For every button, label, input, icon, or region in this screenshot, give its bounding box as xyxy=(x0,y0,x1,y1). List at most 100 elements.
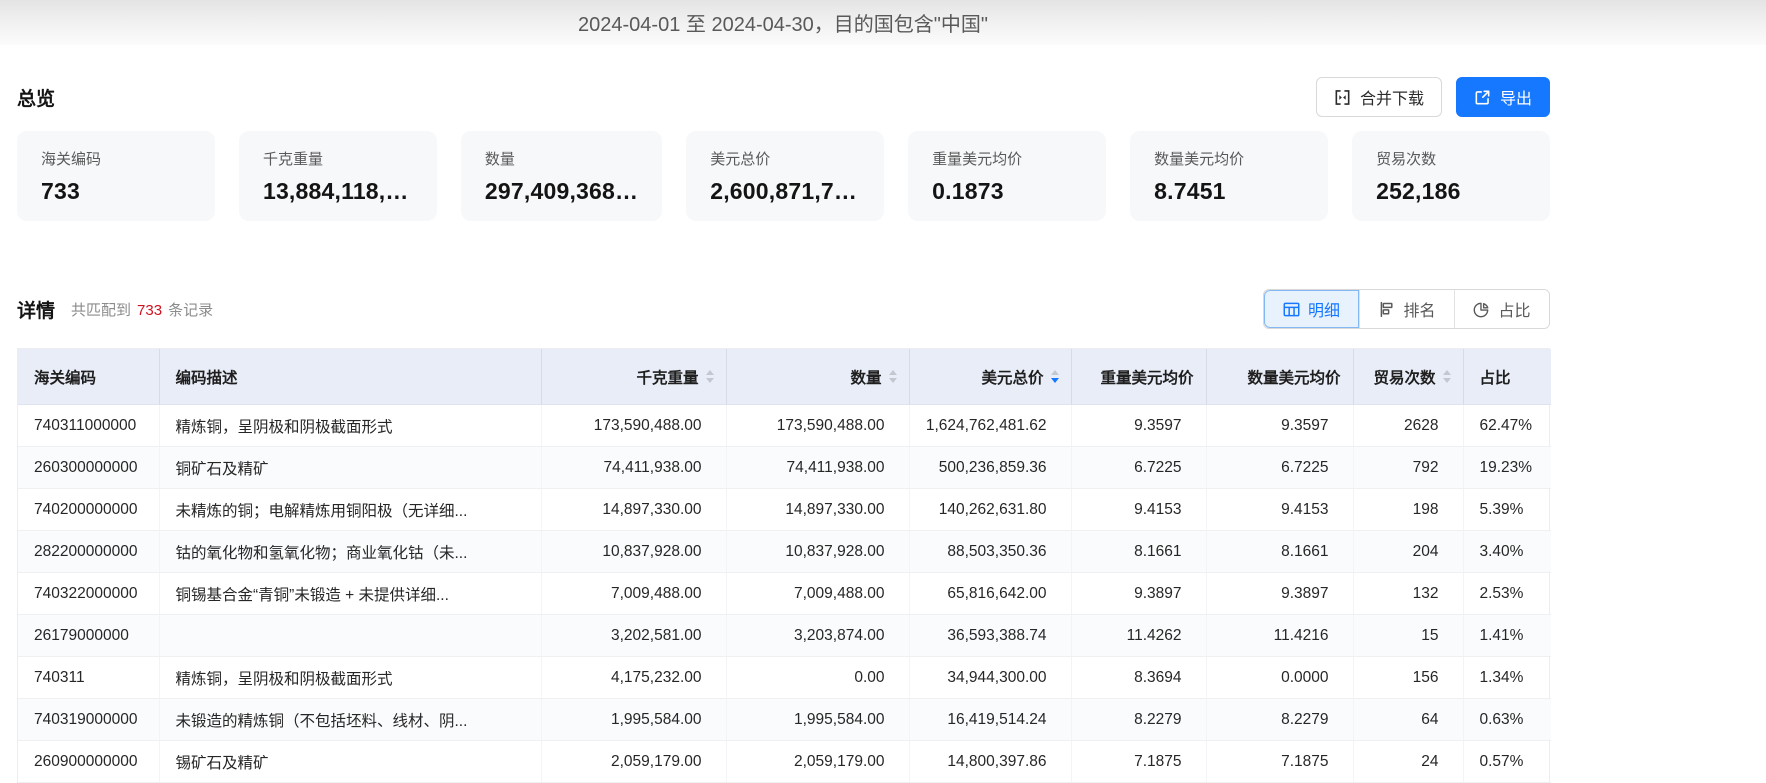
match-prefix: 共匹配到 xyxy=(71,302,131,319)
export-label: 导出 xyxy=(1500,85,1532,109)
cell-hs-code: 282200000000 xyxy=(18,531,159,573)
sort-asc-icon xyxy=(1443,370,1451,375)
cell-weight-kg: 7,009,488.00 xyxy=(541,573,726,615)
cell-usd-total: 14,800,397.86 xyxy=(909,741,1071,783)
column-label: 海关编码 xyxy=(34,366,96,388)
cell-share: 3.40% xyxy=(1463,531,1551,573)
cell-usd-per-qty: 9.3897 xyxy=(1206,573,1353,615)
export-icon xyxy=(1474,89,1491,106)
summary-card-value: 8.7451 xyxy=(1154,178,1304,205)
column-header-hs-code: 海关编码 xyxy=(18,349,159,405)
sort-desc-icon xyxy=(706,378,714,383)
column-header-quantity[interactable]: 数量 xyxy=(726,349,909,405)
cell-quantity: 7,009,488.00 xyxy=(726,573,909,615)
cell-usd-per-qty: 6.7225 xyxy=(1206,447,1353,489)
column-label: 占比 xyxy=(1480,366,1511,388)
cell-weight-kg: 3,202,581.00 xyxy=(541,615,726,657)
export-button[interactable]: 导出 xyxy=(1456,77,1550,117)
cell-trade-count: 15 xyxy=(1353,615,1463,657)
cell-description: 锡矿石及精矿 xyxy=(159,741,541,783)
cell-usd-total: 34,944,300.00 xyxy=(909,657,1071,699)
column-label: 重量美元均价 xyxy=(1100,366,1193,388)
column-header-usd-per-qty: 数量美元均价 xyxy=(1206,349,1353,405)
cell-usd-per-qty: 8.2279 xyxy=(1206,699,1353,741)
cell-description: 精炼铜，呈阴极和阴极截面形式 xyxy=(159,657,541,699)
cell-trade-count: 198 xyxy=(1353,489,1463,531)
cell-share: 2.53% xyxy=(1463,573,1551,615)
cell-weight-kg: 10,837,928.00 xyxy=(541,531,726,573)
column-label: 数量美元均价 xyxy=(1247,366,1340,388)
main-content: 总览 合并下载 xyxy=(17,77,1550,783)
match-count-text: 共匹配到733条记录 xyxy=(71,299,213,320)
column-label: 贸易次数 xyxy=(1373,366,1435,388)
summary-card-label: 数量 xyxy=(485,148,638,169)
summary-card-label: 重量美元均价 xyxy=(932,148,1082,169)
table-grid-icon xyxy=(1283,301,1300,318)
merge-download-button[interactable]: 合并下载 xyxy=(1316,77,1442,117)
table-row: 740311精炼铜，呈阴极和阴极截面形式4,175,232.000.0034,9… xyxy=(18,657,1551,699)
cell-quantity: 173,590,488.00 xyxy=(726,405,909,447)
sort-carets-icon xyxy=(1051,370,1059,383)
column-header-trade-count[interactable]: 贸易次数 xyxy=(1353,349,1463,405)
cell-share: 0.63% xyxy=(1463,699,1551,741)
pie-chart-icon xyxy=(1473,301,1490,318)
cell-hs-code: 260300000000 xyxy=(18,447,159,489)
column-header-share: 占比 xyxy=(1463,349,1551,405)
cell-quantity: 3,203,874.00 xyxy=(726,615,909,657)
column-header-weight-kg[interactable]: 千克重量 xyxy=(541,349,726,405)
cell-usd-per-qty: 9.4153 xyxy=(1206,489,1353,531)
cell-usd-total: 1,624,762,481.62 xyxy=(909,405,1071,447)
summary-card-value: 0.1873 xyxy=(932,178,1082,205)
sort-carets-icon xyxy=(706,370,714,383)
cell-quantity: 2,059,179.00 xyxy=(726,741,909,783)
details-table: 海关编码 编码描述 千克重量 数量 美元总价 xyxy=(17,348,1550,783)
summary-cards: 海关编码 733 千克重量 13,884,118,… 数量 297,409,36… xyxy=(17,131,1550,221)
view-switcher: 明细 排名 占比 xyxy=(1263,289,1550,329)
cell-quantity: 74,411,938.00 xyxy=(726,447,909,489)
cell-hs-code: 260900000000 xyxy=(18,741,159,783)
cell-trade-count: 156 xyxy=(1353,657,1463,699)
view-tab-detail[interactable]: 明细 xyxy=(1264,290,1359,328)
column-header-usd-per-kg: 重量美元均价 xyxy=(1071,349,1206,405)
ranking-icon xyxy=(1378,301,1395,318)
cell-usd-per-kg: 11.4262 xyxy=(1071,615,1206,657)
cell-hs-code: 740319000000 xyxy=(18,699,159,741)
cell-trade-count: 24 xyxy=(1353,741,1463,783)
cell-usd-total: 88,503,350.36 xyxy=(909,531,1071,573)
view-tab-ranking[interactable]: 排名 xyxy=(1359,290,1454,328)
column-label: 美元总价 xyxy=(981,366,1043,388)
cell-weight-kg: 4,175,232.00 xyxy=(541,657,726,699)
topbar-inner: 2024-04-01 至 2024-04-30，目的国包含"中国" xyxy=(0,0,1566,45)
overview-heading: 总览 xyxy=(17,84,55,111)
cell-hs-code: 26179000000 xyxy=(18,615,159,657)
cell-hs-code: 740311000000 xyxy=(18,405,159,447)
summary-card-value: 252,186 xyxy=(1376,178,1526,205)
summary-card-label: 贸易次数 xyxy=(1376,148,1526,169)
column-label: 千克重量 xyxy=(636,366,698,388)
summary-card: 千克重量 13,884,118,… xyxy=(239,131,437,221)
sort-asc-icon xyxy=(706,370,714,375)
cell-description: 铜矿石及精矿 xyxy=(159,447,541,489)
cell-usd-per-kg: 9.4153 xyxy=(1071,489,1206,531)
cell-usd-per-qty: 7.1875 xyxy=(1206,741,1353,783)
sort-desc-icon xyxy=(1051,378,1059,383)
view-tab-share[interactable]: 占比 xyxy=(1454,290,1549,328)
table-header-row: 海关编码 编码描述 千克重量 数量 美元总价 xyxy=(18,349,1551,405)
column-label: 编码描述 xyxy=(176,366,238,388)
cell-quantity: 1,995,584.00 xyxy=(726,699,909,741)
cell-trade-count: 2628 xyxy=(1353,405,1463,447)
summary-card-value: 733 xyxy=(41,178,191,205)
cell-description: 铜锡基合金“青铜”未锻造 + 未提供详细... xyxy=(159,573,541,615)
cell-usd-per-qty: 9.3597 xyxy=(1206,405,1353,447)
summary-card: 数量 297,409,368… xyxy=(461,131,662,221)
summary-card-label: 千克重量 xyxy=(263,148,413,169)
summary-card: 贸易次数 252,186 xyxy=(1352,131,1550,221)
column-header-usd-total[interactable]: 美元总价 xyxy=(909,349,1071,405)
cell-trade-count: 132 xyxy=(1353,573,1463,615)
cell-usd-per-kg: 8.1661 xyxy=(1071,531,1206,573)
cell-weight-kg: 173,590,488.00 xyxy=(541,405,726,447)
table-row: 740200000000未精炼的铜；电解精炼用铜阳极（无详细...14,897,… xyxy=(18,489,1551,531)
column-label: 数量 xyxy=(850,366,881,388)
summary-card: 海关编码 733 xyxy=(17,131,215,221)
cell-description xyxy=(159,615,541,657)
